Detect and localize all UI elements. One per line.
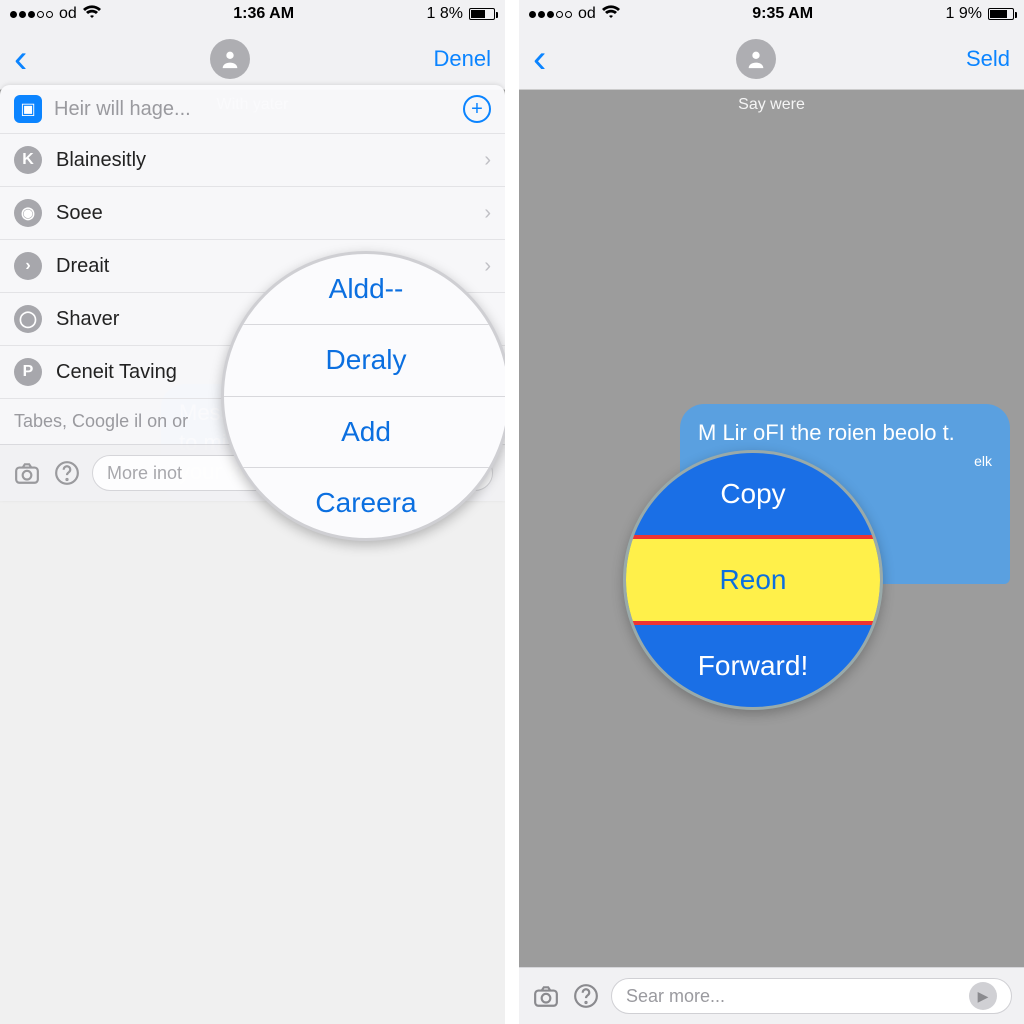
nav-bar: ‹ Denel [0, 28, 505, 90]
context-menu-magnifier: Copy Reon Forward! [623, 450, 883, 710]
chat-area: With yater Message Lir oFI the mon uler … [0, 90, 505, 501]
chevron-right-icon: › [484, 202, 491, 225]
nav-bar: ‹ Seld [519, 28, 1024, 90]
status-time: 1:36 AM [233, 5, 294, 23]
add-icon[interactable]: + [463, 95, 491, 123]
avatar[interactable] [210, 39, 250, 79]
wifi-icon [602, 5, 620, 24]
drawer-header: ▣ Heir will hage... + [0, 85, 505, 133]
nav-action-button[interactable]: Denel [434, 46, 491, 72]
battery-icon [469, 8, 495, 20]
wifi-icon [83, 5, 101, 24]
recipient-label: Say were [519, 96, 1024, 114]
status-bar: od 1:36 AM 1 8% [0, 0, 505, 28]
menu-item[interactable]: Add [224, 397, 505, 468]
p-icon: P [14, 358, 42, 386]
camera-icon[interactable] [12, 458, 42, 488]
message-input[interactable]: Sear more... ▶ [611, 978, 1012, 1014]
back-button[interactable]: ‹ [14, 39, 27, 79]
avatar[interactable] [736, 39, 776, 79]
nav-action-button[interactable]: Seld [966, 46, 1010, 72]
send-icon[interactable]: ▶ [969, 982, 997, 1010]
status-right: 1 8% [427, 5, 495, 23]
chevron-right-icon: › [484, 149, 491, 172]
carrier-label: od [59, 5, 77, 23]
person-icon: ◉ [14, 199, 42, 227]
menu-item[interactable]: Careera [224, 468, 505, 538]
status-time: 9:35 AM [752, 5, 813, 23]
menu-item[interactable]: Deraly [224, 325, 505, 396]
list-item[interactable]: ◉Soee› [0, 186, 505, 239]
status-left: od [529, 5, 620, 24]
status-right: 1 9% [946, 5, 1014, 23]
disc-icon: ◯ [14, 305, 42, 333]
status-bar: od 9:35 AM 1 9% [519, 0, 1024, 28]
phone-right: od 9:35 AM 1 9% ‹ Seld Say were M Lir oF… [519, 0, 1024, 1024]
battery-text: 1 8% [427, 5, 463, 23]
back-button[interactable]: ‹ [533, 39, 546, 79]
chevron-right-icon: › [484, 255, 491, 278]
help-icon[interactable] [52, 458, 82, 488]
phone-left: od 1:36 AM 1 8% ‹ Denel With yater Messa… [0, 0, 505, 1024]
help-icon[interactable] [571, 981, 601, 1011]
drawer-placeholder: Heir will hage... [54, 98, 451, 121]
status-left: od [10, 5, 101, 24]
context-forward[interactable]: Forward! [626, 625, 880, 707]
input-bar: Sear more... ▶ [519, 967, 1024, 1024]
context-reon[interactable]: Reon [626, 535, 880, 625]
chat-area: Say were M Lir oFI the roien beolo t. el… [519, 90, 1024, 968]
list-item[interactable]: KBlainesitly› [0, 133, 505, 186]
carrier-label: od [578, 5, 596, 23]
battery-text: 1 9% [946, 5, 982, 23]
magnifier-menu: Aldd-- Deraly Add Careera [221, 251, 505, 541]
share-icon: K [14, 146, 42, 174]
camera-icon[interactable] [531, 981, 561, 1011]
signal-icon [10, 11, 53, 18]
signal-icon [529, 11, 572, 18]
battery-icon [988, 8, 1014, 20]
forward-icon: › [14, 252, 42, 280]
app-icon[interactable]: ▣ [14, 95, 42, 123]
